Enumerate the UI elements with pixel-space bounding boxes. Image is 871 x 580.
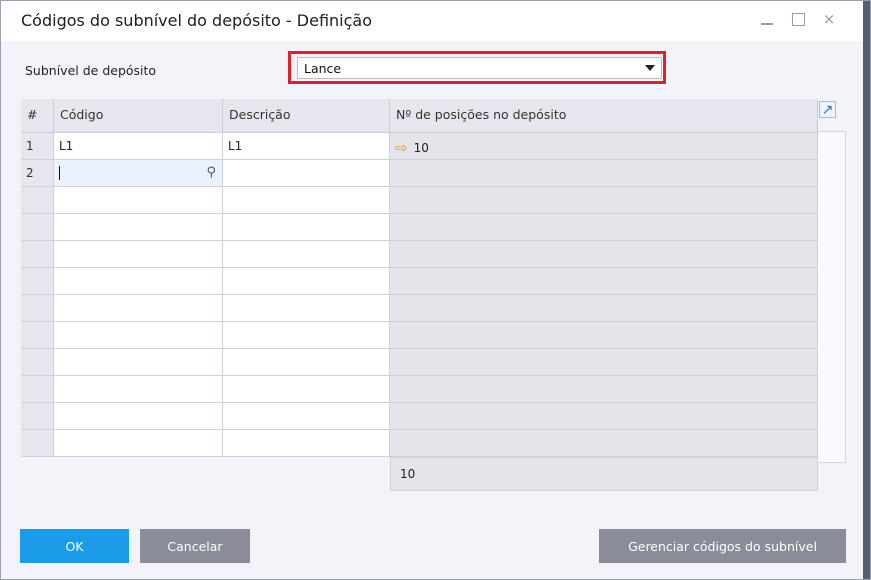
- code-cell[interactable]: [54, 295, 223, 322]
- table-row[interactable]: [21, 214, 818, 241]
- positions-cell[interactable]: [390, 187, 818, 214]
- description-cell[interactable]: L1: [223, 133, 390, 160]
- code-cell[interactable]: [54, 268, 223, 295]
- positions-cell[interactable]: [390, 403, 818, 430]
- description-cell[interactable]: [223, 403, 390, 430]
- description-cell[interactable]: [223, 241, 390, 268]
- sublevel-codes-table: # Código Descrição Nº de posições no dep…: [21, 99, 818, 491]
- highlight-box: [288, 51, 666, 84]
- description-cell[interactable]: [223, 349, 390, 376]
- code-cell[interactable]: [54, 349, 223, 376]
- window-title: Códigos do subnível do depósito - Defini…: [21, 11, 373, 30]
- column-header-code[interactable]: Código: [54, 99, 223, 133]
- minimize-button[interactable]: [757, 9, 777, 29]
- table-row[interactable]: 2 ⚲: [21, 160, 818, 187]
- text-cursor: [59, 166, 60, 180]
- description-cell[interactable]: [223, 430, 390, 457]
- table-row[interactable]: [21, 349, 818, 376]
- minimize-icon: [761, 23, 773, 25]
- lookup-icon[interactable]: ⚲: [206, 165, 216, 180]
- description-cell[interactable]: [223, 268, 390, 295]
- row-number: [21, 403, 54, 430]
- positions-cell[interactable]: [390, 430, 818, 457]
- code-cell[interactable]: [54, 214, 223, 241]
- row-number: [21, 349, 54, 376]
- close-button[interactable]: ×: [819, 9, 839, 29]
- positions-cell[interactable]: [390, 268, 818, 295]
- table-row[interactable]: [21, 268, 818, 295]
- code-cell[interactable]: [54, 403, 223, 430]
- description-cell[interactable]: [223, 322, 390, 349]
- positions-cell[interactable]: [390, 349, 818, 376]
- sublevel-label: Subnível de depósito: [25, 63, 157, 78]
- positions-cell[interactable]: [390, 241, 818, 268]
- row-number: 2: [21, 160, 54, 187]
- maximize-icon: [791, 13, 805, 26]
- row-number: [21, 268, 54, 295]
- code-cell[interactable]: [54, 187, 223, 214]
- row-number: [21, 322, 54, 349]
- code-cell[interactable]: L1: [54, 133, 223, 160]
- dialog-window: Códigos do subnível do depósito - Defini…: [0, 0, 871, 580]
- description-cell[interactable]: [223, 214, 390, 241]
- table-row[interactable]: 1 L1 L1 ⇨ 10: [21, 133, 818, 160]
- positions-cell[interactable]: [390, 295, 818, 322]
- description-cell[interactable]: [223, 160, 390, 187]
- expand-arrow-icon[interactable]: ↗: [819, 101, 836, 118]
- table-row[interactable]: [21, 187, 818, 214]
- positions-value: 10: [413, 141, 429, 155]
- link-arrow-icon[interactable]: ⇨: [395, 139, 408, 157]
- row-number: [21, 430, 54, 457]
- manage-sublevel-codes-button[interactable]: Gerenciar códigos do subnível: [599, 529, 846, 563]
- title-bar: Códigos do subnível do depósito - Defini…: [1, 1, 870, 41]
- row-number: [21, 187, 54, 214]
- window-edge: [863, 1, 870, 579]
- table-row[interactable]: [21, 295, 818, 322]
- table-row[interactable]: [21, 322, 818, 349]
- code-cell[interactable]: [54, 376, 223, 403]
- table-row[interactable]: [21, 376, 818, 403]
- column-header-number: #: [21, 99, 54, 133]
- positions-cell[interactable]: [390, 214, 818, 241]
- close-icon: ×: [822, 10, 836, 28]
- table-row[interactable]: [21, 403, 818, 430]
- code-input-cell[interactable]: ⚲: [54, 160, 223, 187]
- table-row[interactable]: [21, 241, 818, 268]
- positions-total: 10: [390, 457, 818, 491]
- description-cell[interactable]: [223, 295, 390, 322]
- description-cell[interactable]: [223, 376, 390, 403]
- ok-button[interactable]: OK: [20, 529, 129, 563]
- table-row[interactable]: [21, 430, 818, 457]
- column-header-description[interactable]: Descrição: [223, 99, 390, 133]
- code-cell[interactable]: [54, 430, 223, 457]
- description-cell[interactable]: [223, 187, 390, 214]
- maximize-button[interactable]: [788, 9, 808, 29]
- row-number: [21, 376, 54, 403]
- row-number: [21, 214, 54, 241]
- positions-cell[interactable]: [390, 322, 818, 349]
- positions-cell[interactable]: ⇨ 10: [390, 133, 818, 160]
- row-number: [21, 295, 54, 322]
- table-side-panel: [818, 131, 846, 463]
- positions-cell[interactable]: [390, 376, 818, 403]
- column-header-positions[interactable]: Nº de posições no depósito: [390, 99, 818, 133]
- code-cell[interactable]: [54, 322, 223, 349]
- row-number: [21, 241, 54, 268]
- cancel-button[interactable]: Cancelar: [140, 529, 250, 563]
- positions-cell[interactable]: [390, 160, 818, 187]
- row-number: 1: [21, 133, 54, 160]
- code-cell[interactable]: [54, 241, 223, 268]
